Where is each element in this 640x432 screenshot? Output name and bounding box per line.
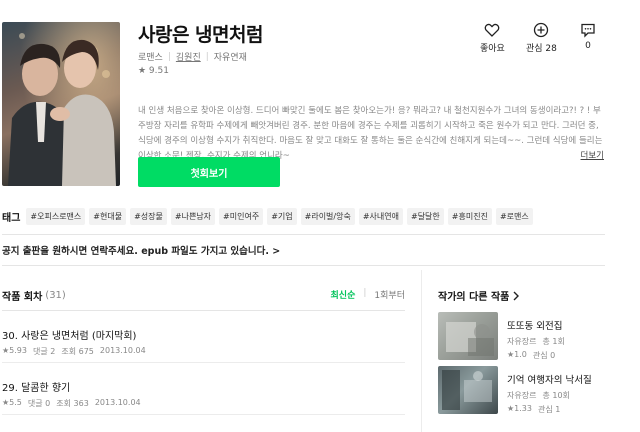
other-work-title: 또또동 외전집 bbox=[507, 321, 563, 332]
first-episode-button[interactable]: 첫회보기 bbox=[138, 157, 280, 187]
tag-item[interactable]: #로맨스 bbox=[495, 207, 533, 225]
episode-row[interactable]: 29. 달콤한 향기 ★5.5 댓글 0 조회 363 2013.10.04 bbox=[2, 363, 405, 415]
more-link[interactable]: 더보기 bbox=[576, 149, 604, 164]
status-label: 자유연재 bbox=[213, 53, 247, 63]
tag-item[interactable]: #달달한 bbox=[406, 207, 444, 225]
plus-circle-icon bbox=[534, 22, 549, 38]
episode-date: 2013.10.04 bbox=[94, 398, 141, 407]
other-work-episodes: 총 10회 bbox=[542, 391, 570, 400]
notice-banner[interactable]: 공지 출판을 원하시면 연락주세요. epub 파일도 가지고 있습니다. > bbox=[2, 234, 605, 266]
genre-label: 로맨스 bbox=[138, 53, 163, 63]
other-work-item[interactable]: 또또동 외전집 자유장르 총 1회 ★1.0 관심 0 bbox=[438, 312, 608, 366]
episode-list-title: 작품 회차 bbox=[2, 292, 43, 303]
other-work-item[interactable]: 기억 여행자의 낙서질 자유장르 총 10회 ★1.33 관심 1 bbox=[438, 366, 608, 420]
like-button[interactable]: 좋아요 bbox=[480, 22, 505, 54]
author-link[interactable]: 김원진 bbox=[176, 50, 201, 63]
other-work-interest: 관심 0 bbox=[532, 351, 556, 360]
episode-views: 조회 675 bbox=[61, 347, 94, 356]
description-text: 내 인생 처음으로 찾아온 이상형. 드디어 빠맞긴 둘에도 봄은 찾아오는가!… bbox=[138, 106, 603, 161]
episode-date: 2013.10.04 bbox=[99, 346, 146, 355]
follow-button[interactable]: 관심 28 bbox=[526, 22, 557, 54]
tag-item[interactable]: #미인여주 bbox=[219, 207, 264, 225]
comment-button[interactable]: 0 bbox=[580, 22, 596, 51]
other-works-list: 또또동 외전집 자유장르 총 1회 ★1.0 관심 0 기억 여행자의 낙서질 … bbox=[438, 312, 608, 420]
tag-item[interactable]: #사내연애 bbox=[358, 207, 403, 225]
meta-separator: | bbox=[205, 51, 209, 62]
tag-item[interactable]: #오피스로맨스 bbox=[26, 207, 86, 225]
tag-item[interactable]: #기업 bbox=[267, 207, 297, 225]
book-title: 사랑은 냉면처럼 bbox=[138, 24, 263, 46]
sort-latest-button[interactable]: 최신순 bbox=[331, 288, 356, 301]
tag-item[interactable]: #흥미진진 bbox=[447, 207, 492, 225]
other-work-meta: 자유장르 총 10회 bbox=[507, 390, 592, 401]
comment-count: 0 bbox=[585, 41, 591, 51]
other-work-rating: ★1.33 bbox=[507, 404, 532, 413]
action-bar: 좋아요 관심 28 0 bbox=[480, 22, 608, 56]
column-divider bbox=[421, 270, 422, 432]
episode-comments: 댓글 0 bbox=[27, 399, 51, 408]
notice-text: 공지 출판을 원하시면 연락주세요. epub 파일도 가지고 있습니다. > bbox=[2, 246, 281, 257]
book-rating: ★ 9.51 bbox=[138, 66, 169, 76]
tag-item[interactable]: #나쁜남자 bbox=[170, 207, 216, 225]
other-work-meta: 자유장르 총 1회 bbox=[507, 336, 565, 347]
sort-options: 최신순 | 1회부터 bbox=[331, 288, 405, 301]
follow-label: 관심 28 bbox=[526, 44, 557, 54]
tag-list: 태그 #오피스로맨스 #현대물 #성장물 #나쁜남자 #미인여주 #기업 #라이… bbox=[2, 207, 537, 225]
episode-info: ★5.93 댓글 2 조회 675 2013.10.04 bbox=[2, 346, 405, 357]
other-work-genre: 자유장르 bbox=[507, 391, 537, 400]
episode-list: 30. 사랑은 냉면처럼 (마지막회) ★5.93 댓글 2 조회 675 20… bbox=[2, 310, 405, 415]
episode-title: 30. 사랑은 냉면처럼 (마지막회) bbox=[2, 331, 137, 342]
comment-icon bbox=[581, 23, 595, 38]
episode-comments: 댓글 2 bbox=[32, 347, 56, 356]
tag-item[interactable]: #현대물 bbox=[89, 207, 127, 225]
book-cover-image bbox=[2, 22, 120, 186]
book-description: 내 인생 처음으로 찾아온 이상형. 드디어 빠맞긴 둘에도 봄은 찾아오는가!… bbox=[138, 104, 608, 164]
episode-rating: ★5.5 bbox=[2, 398, 22, 407]
episode-rating: ★5.93 bbox=[2, 346, 27, 355]
other-work-rating: ★1.0 bbox=[507, 350, 527, 359]
episode-row[interactable]: 30. 사랑은 냉면처럼 (마지막회) ★5.93 댓글 2 조회 675 20… bbox=[2, 311, 405, 363]
chevron-right-icon bbox=[513, 291, 520, 300]
other-work-thumbnail bbox=[438, 312, 498, 360]
book-meta: 로맨스 | 김원진 | 자유연재 bbox=[138, 50, 247, 64]
other-work-interest: 관심 1 bbox=[537, 405, 561, 414]
tag-item[interactable]: #라이벌/앙숙 bbox=[300, 207, 355, 225]
other-work-info: 또또동 외전집 자유장르 총 1회 ★1.0 관심 0 bbox=[507, 312, 565, 366]
episode-views: 조회 363 bbox=[56, 399, 89, 408]
sort-first-button[interactable]: 1회부터 bbox=[374, 288, 405, 301]
other-works-header[interactable]: 작가의 다른 작품 bbox=[438, 288, 520, 303]
other-works-title: 작가의 다른 작품 bbox=[438, 292, 510, 303]
tags-heading: 태그 bbox=[2, 212, 21, 224]
episode-list-header: 작품 회차 (31) 최신순 | 1회부터 bbox=[2, 288, 405, 303]
other-work-thumbnail bbox=[438, 366, 498, 414]
episode-title: 29. 달콤한 향기 bbox=[2, 383, 71, 394]
episode-count: (31) bbox=[45, 290, 66, 301]
other-work-stats: ★1.33 관심 1 bbox=[507, 404, 592, 415]
tag-item[interactable]: #성장물 bbox=[130, 207, 167, 225]
sort-separator: | bbox=[363, 288, 367, 298]
other-work-info: 기억 여행자의 낙서질 자유장르 총 10회 ★1.33 관심 1 bbox=[507, 366, 592, 420]
other-work-title: 기억 여행자의 낙서질 bbox=[507, 375, 592, 386]
episode-info: ★5.5 댓글 0 조회 363 2013.10.04 bbox=[2, 398, 405, 409]
heart-icon bbox=[485, 23, 500, 37]
meta-separator: | bbox=[167, 51, 171, 62]
other-work-episodes: 총 1회 bbox=[542, 337, 565, 346]
other-work-genre: 자유장르 bbox=[507, 337, 537, 346]
like-label: 좋아요 bbox=[480, 44, 505, 54]
other-work-stats: ★1.0 관심 0 bbox=[507, 350, 565, 361]
